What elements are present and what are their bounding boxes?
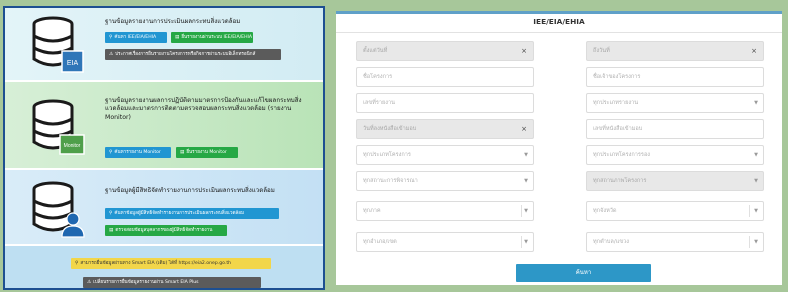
project-type-select[interactable]: ทุกประเภทโครงการ ▼ [356, 145, 534, 165]
submit-iee-eia-ehia-button[interactable]: ▤ ยื่นรายงานผ่านระบบ IEE/EIA/EHIA [171, 32, 253, 43]
select-divider [521, 205, 522, 217]
search-report-preparer-button[interactable]: ⚲ ค้นหาข้อมูลผู้มีสิทธิจัดทำรายงานการประเ… [105, 208, 279, 219]
preparer-card-title: ฐานข้อมูลผู้มีสิทธิจัดทำรายงานการประเมิน… [105, 187, 275, 194]
document-icon: ▤ [180, 150, 185, 155]
search-button[interactable]: ค้นหา [516, 264, 651, 282]
search-icon: ⚲ [109, 150, 113, 155]
end-date-field[interactable]: ถึงวันที่ × [586, 41, 764, 61]
warning-icon: ⚠ [109, 52, 114, 57]
province-select[interactable]: ทุกจังหวัด ▼ [586, 201, 764, 221]
monitor-badge-text: Monitor [64, 143, 81, 149]
select-divider [749, 205, 750, 217]
owner-name-input[interactable]: ชื่อเจ้าของโครงการ [586, 67, 764, 87]
smart-eia-plus-link[interactable]: ⚠ เปลี่ยนรายการยื่นข้อมูลรายงานผ่าน Smart… [83, 277, 261, 288]
chevron-down-icon: ▼ [754, 178, 758, 184]
search-icon: ⚲ [109, 211, 113, 216]
smart-eia-links-card: ⚲ สามารถยื่นข้อมูลผ่านทาง Smart EIA (เดิม… [5, 246, 323, 288]
search-icon: ⚲ [109, 35, 113, 40]
warning-icon: ⚠ [87, 280, 92, 285]
report-preparer-database-card: ฐานข้อมูลผู้มีสิทธิจัดทำรายงานการประเมิน… [5, 170, 323, 244]
submit-monitor-report-button[interactable]: ▤ ยื่นรายงาน Monitor [176, 147, 238, 158]
region-select[interactable]: ทุกภาค ▼ [356, 201, 534, 221]
clear-icon[interactable]: × [751, 42, 757, 60]
chevron-down-icon: ▼ [754, 100, 758, 106]
chevron-down-icon: ▼ [754, 239, 758, 245]
eia-badge-text: EIA [67, 60, 79, 67]
select-divider [521, 236, 522, 248]
chevron-down-icon: ▼ [754, 152, 758, 158]
select-divider [749, 236, 750, 248]
search-icon: ⚲ [75, 261, 79, 266]
monitor-database-icon: Monitor [32, 99, 85, 155]
clear-icon[interactable]: × [521, 42, 527, 60]
chevron-down-icon: ▼ [524, 239, 528, 245]
report-number-input[interactable]: เลขที่รายงาน [356, 93, 534, 113]
search-iee-eia-ehia-button[interactable]: ⚲ ค้นหา IEE/EIA/EHIA [105, 32, 167, 43]
document-date-field[interactable]: วันที่ลงหนังสือเข้ามอบ × [356, 119, 534, 139]
iee-eia-ehia-search-form: IEE/EIA/EHIA ตั้งแต่วันที่ × ถึงวันที่ × ช… [336, 11, 782, 285]
search-monitor-report-button[interactable]: ⚲ ค้นหารายงาน Monitor [105, 147, 171, 158]
monitor-card-title: ฐานข้อมูลรายงานผลการปฏิบัติตามมาตรการป้อ… [105, 97, 302, 121]
report-type-select[interactable]: ทุกประเภทรายงาน ▼ [586, 93, 764, 113]
chevron-down-icon: ▼ [524, 208, 528, 214]
eia-database-menu-panel: EIA ฐานข้อมูลรายงานการประเมินผลกระทบสิ่ง… [3, 6, 325, 290]
eia-card-title: ฐานข้อมูลรายงานการประเมินผลกระทบสิ่งแวดล… [105, 18, 241, 25]
consideration-status-select[interactable]: ทุกสถานะการพิจารณา ▼ [356, 171, 534, 191]
project-status-select[interactable]: ทุกสถานภาพโครงการ ▼ [586, 171, 764, 191]
project-subtype-select[interactable]: ทุกประเภทโครงการรอง ▼ [586, 145, 764, 165]
subdistrict-select[interactable]: ทุกตำบล/แขวง ▼ [586, 232, 764, 252]
project-name-input[interactable]: ชื่อโครงการ [356, 67, 534, 87]
smart-eia-legacy-link[interactable]: ⚲ สามารถยื่นข้อมูลผ่านทาง Smart EIA (เดิม… [71, 258, 271, 269]
document-number-input[interactable]: เลขที่หนังสือเข้ามอบ [586, 119, 764, 139]
clear-icon[interactable]: × [521, 120, 527, 138]
search-form-title: IEE/EIA/EHIA [533, 17, 585, 26]
chevron-down-icon: ▼ [524, 152, 528, 158]
document-icon: ▤ [175, 35, 180, 40]
user-database-icon [32, 181, 85, 238]
chevron-down-icon: ▼ [524, 178, 528, 184]
check-preparer-personnel-button[interactable]: ▤ ตรวจสอบข้อมูลบุคลากรของผู้มีสิทธิจัดทำร… [105, 225, 227, 236]
monitor-report-database-card: Monitor ฐานข้อมูลรายงานผลการปฏิบัติตามมา… [5, 82, 323, 168]
title-divider [336, 32, 782, 33]
eia-database-icon: EIA [32, 16, 84, 73]
chevron-down-icon: ▼ [754, 208, 758, 214]
district-select[interactable]: ทุกอำเภอ/เขต ▼ [356, 232, 534, 252]
eia-report-database-card: EIA ฐานข้อมูลรายงานการประเมินผลกระทบสิ่ง… [5, 8, 323, 80]
document-icon: ▤ [109, 228, 114, 233]
start-date-field[interactable]: ตั้งแต่วันที่ × [356, 41, 534, 61]
electronic-submission-announcement-button[interactable]: ⚠ ประกาศเรื่องการยื่นรายงานโครงการหรือกิจ… [105, 49, 281, 60]
